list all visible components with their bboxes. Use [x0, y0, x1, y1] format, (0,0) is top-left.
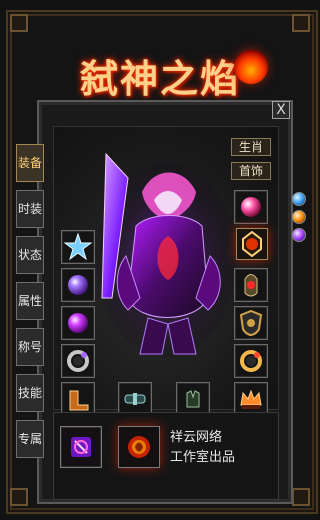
bottom-item-1[interactable] [60, 426, 102, 468]
rune-book-icon [71, 437, 91, 457]
tab-status[interactable]: 状态 [16, 236, 44, 274]
jewelry-button[interactable]: 首饰 [231, 162, 271, 180]
equipment-slot-left-2[interactable] [61, 268, 95, 302]
studio-line-1: 祥云网络 [170, 430, 223, 445]
flame-emblem-icon [234, 50, 268, 84]
tab-label: 状态 [17, 247, 42, 262]
star-icon [63, 232, 93, 261]
studio-line-2: 工作室出品 [170, 450, 236, 465]
equipment-slot-left-3[interactable] [61, 306, 95, 340]
game-title: 弑神之焰 [79, 56, 240, 101]
tab-label: 专属 [17, 431, 42, 446]
frame-corner-top-left [10, 14, 28, 32]
hero-model-icon [96, 152, 236, 358]
boots-icon [69, 390, 89, 411]
equipment-slot-right-3[interactable] [234, 268, 268, 302]
equipment-slot-right-5[interactable] [234, 344, 268, 378]
glove-icon [186, 390, 200, 408]
helmet-icon [68, 275, 88, 295]
close-icon: X [276, 102, 286, 118]
tab-attributes[interactable]: 属性 [16, 282, 44, 320]
ring-icon [240, 350, 262, 372]
belt-icon [124, 393, 146, 405]
shield-icon [239, 309, 263, 337]
jewelry-label: 首饰 [238, 164, 263, 178]
orange-gem-icon[interactable] [292, 210, 306, 224]
equipment-slot-right-6[interactable] [234, 382, 268, 416]
equipment-slot-right-1[interactable] [234, 190, 268, 224]
frame-corner-bottom-left [10, 488, 28, 506]
tab-skills[interactable]: 技能 [16, 374, 44, 412]
tab-label: 时装 [17, 201, 42, 216]
purple-gem-icon[interactable] [292, 228, 306, 242]
fire-orb-icon [128, 436, 150, 458]
bottom-item-2[interactable] [118, 426, 160, 468]
zodiac-button[interactable]: 生肖 [231, 138, 271, 156]
ring-icon [67, 350, 89, 372]
tab-label: 技能 [17, 385, 42, 400]
equipment-slot-right-4[interactable] [234, 306, 268, 340]
equipment-slot-left-5[interactable] [61, 382, 95, 416]
frame-corner-top-right [292, 14, 310, 32]
blue-gem-icon[interactable] [292, 192, 306, 206]
armor-icon [241, 197, 261, 217]
equipment-slot-bottom-2[interactable] [176, 382, 210, 416]
studio-credit: 祥云网络 工作室出品 [170, 428, 280, 468]
equipment-slot-left-1[interactable] [61, 230, 95, 264]
equipment-slot-right-2[interactable] [236, 228, 268, 260]
game-window: 弑神之焰 X 装备 时装 状态 属性 称号 技能 专属 生肖 首饰 祥云网络 工… [0, 0, 320, 520]
beast-icon [68, 313, 88, 333]
bracer-icon [244, 274, 258, 297]
medal-icon [242, 230, 262, 258]
zodiac-label: 生肖 [238, 140, 263, 154]
close-button[interactable]: X [272, 101, 290, 119]
equipment-slot-bottom-1[interactable] [118, 382, 152, 416]
game-logo: 弑神之焰 [70, 42, 268, 104]
tab-equipment[interactable]: 装备 [16, 144, 44, 182]
tab-label: 装备 [17, 155, 42, 170]
crown-icon [240, 389, 262, 409]
tab-exclusive[interactable]: 专属 [16, 420, 44, 458]
frame-corner-bottom-right [292, 488, 310, 506]
equipment-slot-left-4[interactable] [61, 344, 95, 378]
tab-titles[interactable]: 称号 [16, 328, 44, 366]
tab-label: 属性 [17, 293, 42, 308]
tab-fashion[interactable]: 时装 [16, 190, 44, 228]
tab-label: 称号 [17, 339, 42, 354]
